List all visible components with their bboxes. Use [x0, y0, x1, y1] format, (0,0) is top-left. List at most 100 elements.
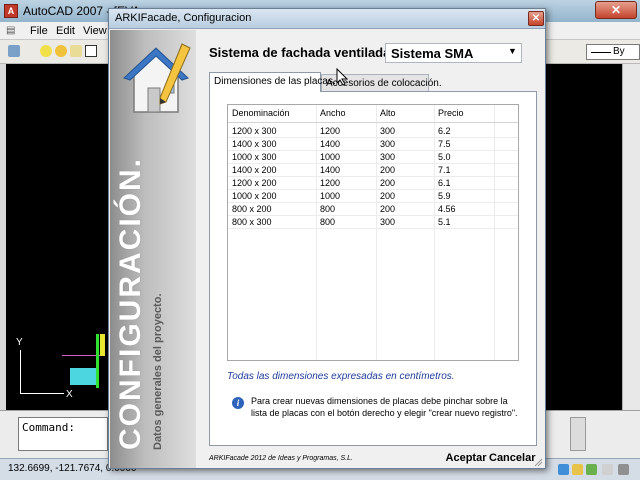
vertical-scrollbar[interactable]: [622, 64, 640, 410]
cell-precio: 6.2: [438, 126, 451, 136]
autocad-close-button[interactable]: ✕: [595, 1, 637, 19]
cell-ancho: 1400: [320, 139, 341, 149]
table-row[interactable]: 1000 x 300 1000 300 5.0: [228, 151, 518, 164]
sidebar-subtitle: Datos generales del proyecto.: [152, 293, 164, 451]
plates-table[interactable]: Denominación Ancho Alto Precio 1200 x 30…: [227, 104, 519, 361]
info-text: Para crear nuevas dimensiones de placas …: [251, 396, 518, 418]
drawing-block-cyan: [70, 368, 97, 385]
cell-alto: 300: [380, 217, 396, 227]
cell-denominacion: 800 x 200: [232, 204, 272, 214]
system-select[interactable]: Sistema SMA ▼: [385, 43, 522, 63]
command-prompt: Command:: [22, 421, 75, 434]
cell-denominacion: 1200 x 200: [232, 178, 277, 188]
cell-alto: 200: [380, 204, 396, 214]
cell-ancho: 1000: [320, 191, 341, 201]
cell-denominacion: 1400 x 300: [232, 139, 277, 149]
dimensions-note: Todas las dimensiones expresadas en cent…: [227, 371, 455, 382]
menu-edit[interactable]: Edit: [56, 25, 75, 37]
cell-ancho: 1000: [320, 152, 341, 162]
footer-brand: ARKIFacade 2012 de Ideas y Programas, S.…: [209, 455, 353, 462]
cell-ancho: 800: [320, 217, 336, 227]
info-icon: i: [232, 397, 244, 409]
drawing-line-yellow: [100, 334, 105, 356]
cell-alto: 200: [380, 165, 396, 175]
dialog-title: ARKIFacade, Configuracion: [115, 12, 252, 24]
table-row[interactable]: 800 x 300 800 300 5.1: [228, 216, 518, 229]
layer-manager-icon[interactable]: [8, 45, 20, 57]
autocad-logo-icon[interactable]: A: [4, 4, 18, 18]
table-row[interactable]: 1200 x 300 1200 300 6.2: [228, 125, 518, 138]
sun-icon[interactable]: [55, 45, 67, 57]
command-line[interactable]: Command:: [18, 417, 108, 451]
column-header-denominacion[interactable]: Denominación: [232, 108, 290, 118]
cell-denominacion: 1200 x 300: [232, 126, 277, 136]
tray-status-icon[interactable]: [586, 464, 597, 475]
accept-button[interactable]: Aceptar: [445, 450, 487, 466]
table-row[interactable]: 1400 x 300 1400 300 7.5: [228, 138, 518, 151]
tab-panel-dimensiones: Denominación Ancho Alto Precio 1200 x 30…: [209, 91, 537, 446]
lineweight-combo[interactable]: By: [586, 44, 640, 60]
cell-ancho: 1200: [320, 178, 341, 188]
cell-alto: 200: [380, 178, 396, 188]
status-tray: [556, 463, 636, 477]
ucs-x-axis: [20, 393, 64, 394]
cell-precio: 4.56: [438, 204, 456, 214]
cell-denominacion: 1000 x 200: [232, 191, 277, 201]
tray-lock-icon[interactable]: [572, 464, 583, 475]
info-message: i Para crear nuevas dimensiones de placa…: [227, 393, 519, 429]
tray-fullscreen-icon[interactable]: [618, 464, 629, 475]
dialog-titlebar[interactable]: ARKIFacade, Configuracion ✕: [109, 9, 545, 29]
cell-precio: 5.9: [438, 191, 451, 201]
cell-alto: 200: [380, 191, 396, 201]
table-row[interactable]: 1000 x 200 1000 200 5.9: [228, 190, 518, 203]
canvas-left-edge: [0, 64, 6, 410]
column-header-precio[interactable]: Precio: [438, 108, 464, 118]
layer-light-icon[interactable]: [40, 45, 52, 57]
cell-ancho: 800: [320, 204, 336, 214]
cancel-button[interactable]: Cancelar: [489, 450, 535, 466]
resize-grip-icon[interactable]: [533, 457, 543, 467]
tray-chevron-icon[interactable]: [602, 464, 613, 475]
cell-precio: 7.1: [438, 165, 451, 175]
menu-icon[interactable]: ▤: [6, 25, 15, 36]
table-row[interactable]: 1400 x 200 1400 200 7.1: [228, 164, 518, 177]
drawing-line-green: [96, 334, 99, 388]
ucs-y-label: Y: [16, 337, 23, 348]
menu-file[interactable]: File: [30, 25, 48, 37]
cell-alto: 300: [380, 139, 396, 149]
sidebar-title-area: CONFIGURACIÓN. Datos generales del proye…: [110, 30, 180, 460]
color-swatch-icon[interactable]: [85, 45, 97, 57]
ucs-x-label: X: [66, 389, 73, 400]
cell-ancho: 1200: [320, 126, 341, 136]
cell-alto: 300: [380, 152, 396, 162]
cell-precio: 6.1: [438, 178, 451, 188]
column-header-alto[interactable]: Alto: [380, 108, 396, 118]
dialog-close-button[interactable]: ✕: [528, 11, 544, 26]
cell-denominacion: 1400 x 200: [232, 165, 277, 175]
drawing-line-magenta: [62, 355, 100, 356]
mouse-pointer-icon: [336, 68, 348, 86]
cell-precio: 7.5: [438, 139, 451, 149]
table-row[interactable]: 800 x 200 800 200 4.56: [228, 203, 518, 216]
cell-precio: 5.0: [438, 152, 451, 162]
cell-denominacion: 800 x 300: [232, 217, 272, 227]
ucs-y-axis: [20, 350, 21, 394]
cell-alto: 300: [380, 126, 396, 136]
lock-icon[interactable]: [70, 45, 82, 57]
tab-dimensiones-label: Dimensiones de las placas.: [214, 76, 336, 87]
tray-icon[interactable]: [558, 464, 569, 475]
cell-denominacion: 1000 x 300: [232, 152, 277, 162]
chevron-down-icon[interactable]: ▼: [508, 46, 517, 56]
cell-precio: 5.1: [438, 217, 451, 227]
column-header-ancho[interactable]: Ancho: [320, 108, 346, 118]
table-header: Denominación Ancho Alto Precio: [228, 105, 518, 123]
table-row[interactable]: 1200 x 200 1200 200 6.1: [228, 177, 518, 190]
tab-dimensiones[interactable]: Dimensiones de las placas.: [209, 72, 336, 92]
configuration-dialog: ARKIFacade, Configuracion ✕ CONFIGURACIÓ…: [108, 8, 546, 469]
command-scrollbar[interactable]: [570, 417, 586, 451]
menu-view[interactable]: View: [83, 25, 107, 37]
cell-ancho: 1400: [320, 165, 341, 175]
sidebar-title: CONFIGURACIÓN.: [114, 157, 147, 450]
system-select-value: Sistema SMA: [391, 46, 474, 61]
system-label: Sistema de fachada ventilada:: [209, 45, 395, 60]
